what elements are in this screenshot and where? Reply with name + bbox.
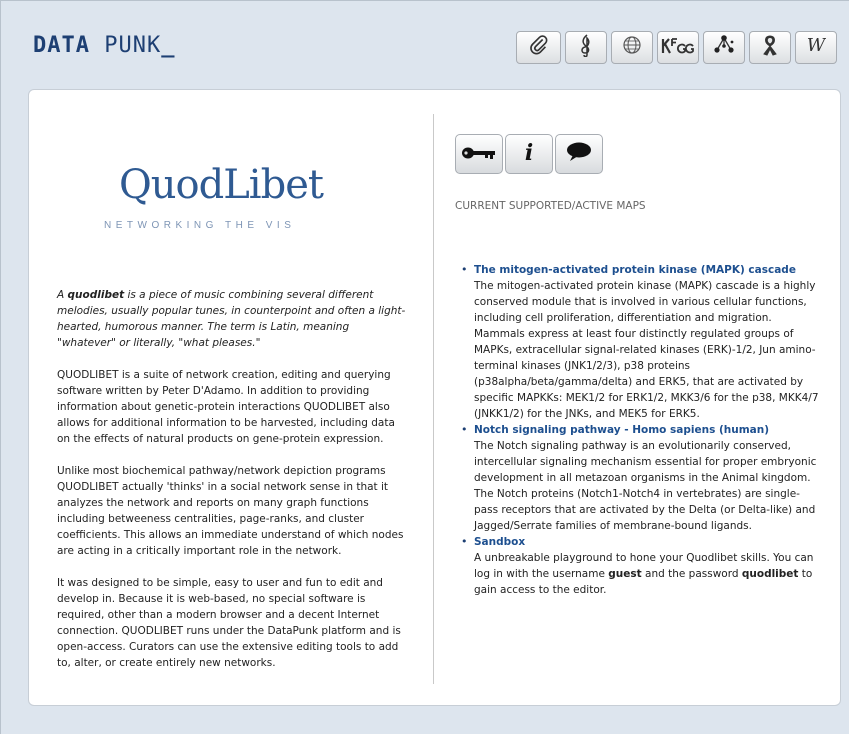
about-paragraph-3: It was designed to be simple, easy to us…	[57, 577, 401, 669]
music-button[interactable]	[565, 31, 607, 64]
globe-button[interactable]	[611, 31, 653, 64]
svg-text:W: W	[807, 35, 826, 55]
key-icon	[461, 142, 497, 166]
intro-bold: quodlibet	[67, 289, 125, 301]
kegg-icon	[661, 36, 695, 60]
about-paragraph-1: QUODLIBET is a suite of network creation…	[57, 369, 395, 445]
ribbon-icon	[760, 34, 780, 61]
wikipedia-button[interactable]: W	[795, 31, 837, 64]
sandbox-username: guest	[608, 568, 642, 580]
map-item-notch: Notch signaling pathway - Homo sapiens (…	[461, 422, 820, 534]
treble-clef-icon	[576, 33, 596, 62]
map-description-sandbox: A unbreakable playground to hone your Qu…	[474, 552, 813, 596]
svg-text:i: i	[525, 141, 533, 163]
maps-heading: CURRENT SUPPORTED/ACTIVE MAPS	[455, 200, 646, 212]
network-button[interactable]	[703, 31, 745, 64]
map-link-notch[interactable]: Notch signaling pathway - Homo sapiens (…	[474, 424, 769, 436]
wikipedia-icon: W	[806, 35, 827, 60]
quodlibet-title: QuodLibet	[119, 162, 324, 208]
intro-pre: A	[57, 289, 68, 301]
logo-cursor: _	[161, 33, 176, 58]
map-item-mapk: The mitogen-activated protein kinase (MA…	[461, 262, 820, 422]
quodlibet-subtitle: NETWORKING THE VIS	[104, 220, 296, 231]
top-toolbar: W	[516, 31, 837, 64]
info-icon: i	[521, 140, 537, 169]
content-card: QuodLibet NETWORKING THE VIS A quodlibet…	[28, 89, 841, 706]
sandbox-desc-mid: and the password	[641, 568, 742, 580]
maps-list: The mitogen-activated protein kinase (MA…	[461, 262, 820, 598]
paperclip-icon	[528, 34, 550, 61]
key-button[interactable]	[455, 134, 503, 174]
map-item-sandbox: Sandbox A unbreakable playground to hone…	[461, 534, 820, 598]
paperclip-button[interactable]	[516, 31, 561, 64]
action-buttons: i	[455, 134, 603, 174]
logo-part-2: PUNK	[104, 33, 162, 58]
map-link-mapk[interactable]: The mitogen-activated protein kinase (MA…	[474, 264, 796, 276]
column-divider	[433, 114, 434, 684]
speech-bubble-icon	[565, 141, 593, 168]
comment-button[interactable]	[555, 134, 603, 174]
logo-part-1: DATA	[33, 33, 90, 58]
about-paragraph-2: Unlike most biochemical pathway/network …	[57, 465, 404, 557]
map-link-sandbox[interactable]: Sandbox	[474, 536, 525, 548]
globe-icon	[622, 35, 642, 60]
intro-paragraph: A quodlibet is a piece of music combinin…	[57, 287, 409, 351]
kegg-button[interactable]	[657, 31, 699, 64]
map-description-mapk: The mitogen-activated protein kinase (MA…	[474, 280, 819, 420]
description-column: A quodlibet is a piece of music combinin…	[57, 287, 409, 687]
info-button[interactable]: i	[505, 134, 553, 174]
datapunk-logo[interactable]: DATA PUNK_	[33, 33, 175, 58]
map-description-notch: The Notch signaling pathway is an evolut…	[474, 440, 817, 532]
network-icon	[712, 34, 736, 61]
ribbon-button[interactable]	[749, 31, 791, 64]
sandbox-password: quodlibet	[741, 568, 799, 580]
